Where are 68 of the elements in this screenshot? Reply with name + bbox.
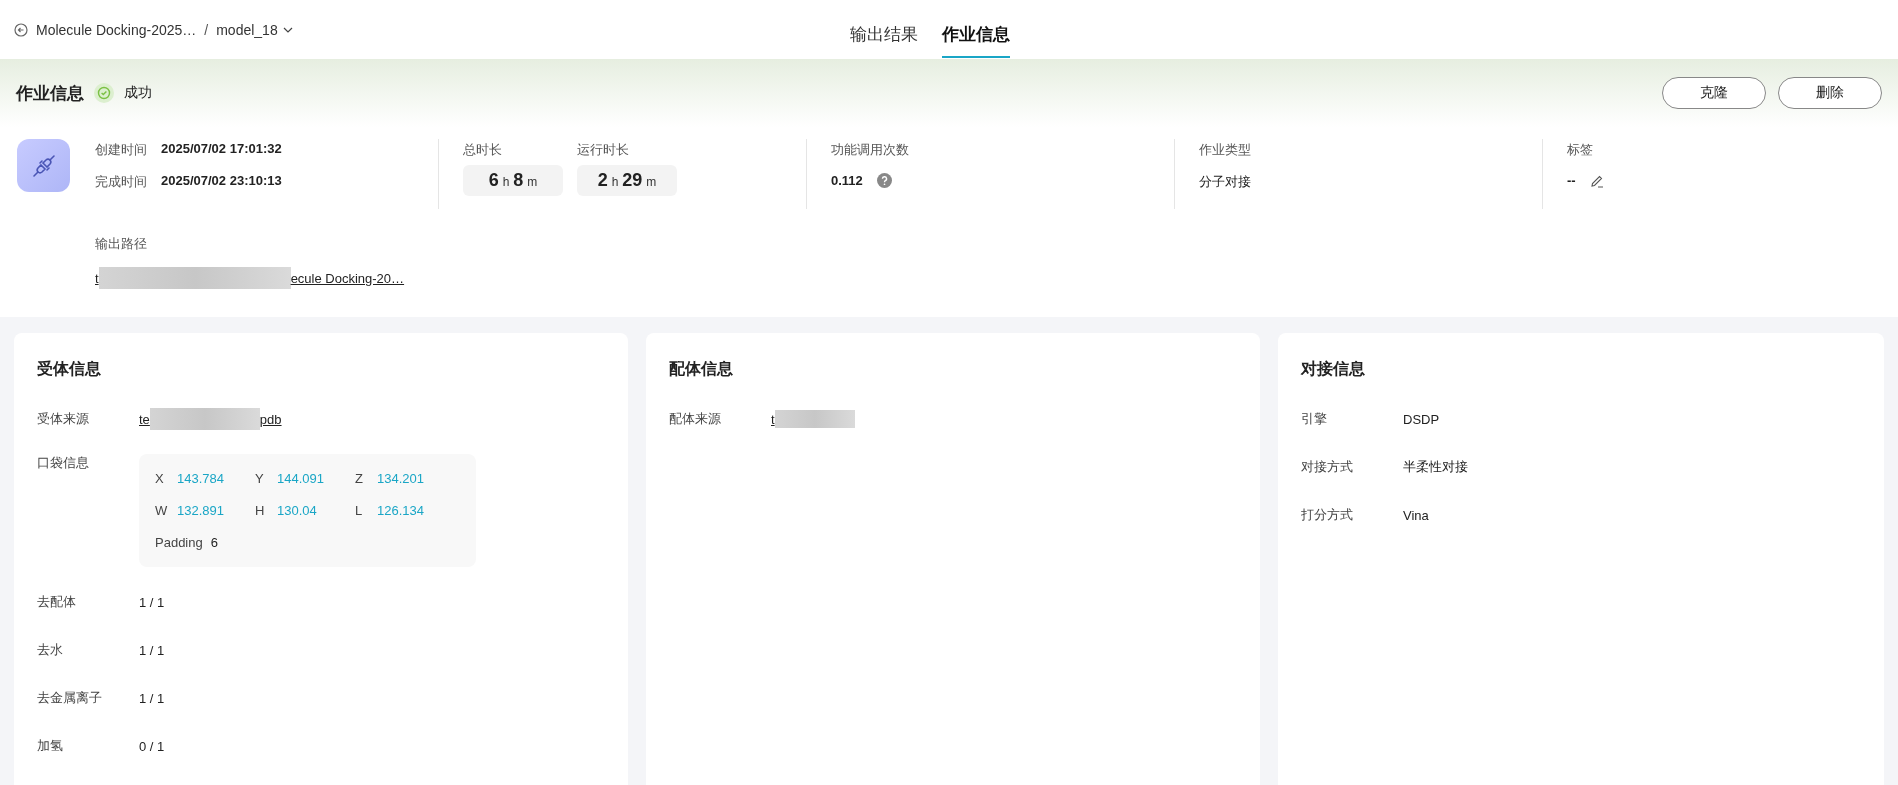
field-label: 运行时长 — [577, 141, 630, 159]
action-button[interactable]: 删除 — [1778, 77, 1882, 109]
field-label: 去金属离子 — [37, 689, 103, 707]
axis-value: 134.201 — [377, 471, 424, 486]
field-value: 1 / 1 — [139, 642, 165, 658]
axis-value: 132.891 — [177, 503, 224, 518]
padding-label: Padding — [155, 535, 203, 550]
breadcrumb-separator: / — [204, 21, 209, 38]
breadcrumb-link[interactable]: Molecule Docking-2025… — [36, 21, 197, 38]
field-label: 引擎 — [1301, 410, 1328, 428]
axis-label: Y — [255, 471, 265, 486]
field-value: 半柔性对接 — [1403, 458, 1468, 476]
duration-value: 6 h 8 m — [463, 165, 563, 196]
field-label: 功能调用次数 — [831, 141, 910, 159]
padding-value: 6 — [210, 535, 218, 550]
axis-label: W — [155, 503, 169, 518]
field-label: 完成时间 — [95, 173, 147, 191]
field-label: 输出路径 — [95, 235, 148, 253]
status-check-icon — [94, 83, 114, 103]
field-label: 标签 — [1567, 141, 1594, 159]
axis-value: 143.784 — [177, 471, 224, 486]
receptor-source-link[interactable]: te — [139, 411, 150, 427]
model-selector[interactable]: model_18 — [216, 21, 293, 38]
output-path-link[interactable]: ecule Docking-20… — [290, 270, 405, 286]
chevron-down-icon — [282, 26, 293, 33]
axis-label: H — [255, 503, 266, 518]
field-label: 打分方式 — [1301, 506, 1354, 524]
receptor-source-link[interactable]: pdb — [259, 411, 282, 427]
field-label: 去水 — [37, 641, 64, 659]
field-value: 1 / 1 — [139, 594, 165, 610]
field-value: 2025/07/02 17:01:32 — [161, 141, 282, 158]
field-label: 受体来源 — [37, 410, 90, 428]
duration-value: 2 h 29 m — [577, 165, 677, 196]
field-value: Vina — [1403, 507, 1429, 523]
field-label: 配体来源 — [669, 410, 722, 428]
axis-label: L — [355, 503, 364, 518]
field-value: 0.112 — [831, 173, 863, 188]
action-button[interactable]: 克隆 — [1662, 77, 1766, 109]
back-icon[interactable] — [14, 22, 28, 37]
tab[interactable]: 输出结果 — [850, 8, 918, 58]
axis-value: 126.134 — [377, 503, 424, 518]
ligand-source-link[interactable]: t — [771, 411, 775, 427]
field-value: 分子对接 — [1199, 173, 1252, 191]
field-label: 去配体 — [37, 593, 77, 611]
axis-label: Z — [355, 471, 364, 486]
field-value: 0 / 1 — [139, 738, 165, 754]
card-title: 对接信息 — [1301, 359, 1366, 379]
job-title: 作业信息 — [16, 82, 84, 105]
output-path-link[interactable]: t — [95, 270, 99, 286]
field-label: 加氢 — [37, 737, 64, 755]
field-value: DSDP — [1403, 411, 1440, 427]
field-value: 2025/07/02 23:10:13 — [161, 173, 282, 190]
field-label: 作业类型 — [1199, 141, 1252, 159]
field-value: 1 / 1 — [139, 690, 165, 706]
field-label: 创建时间 — [95, 141, 147, 159]
field-label: 总时长 — [463, 141, 503, 159]
help-icon[interactable] — [876, 173, 892, 188]
card-title: 配体信息 — [669, 359, 734, 379]
tab[interactable]: 作业信息 — [942, 8, 1010, 58]
axis-value: 130.04 — [277, 503, 317, 518]
status-text: 成功 — [124, 84, 152, 102]
field-label: 口袋信息 — [37, 454, 90, 472]
card-title: 受体信息 — [37, 359, 102, 379]
field-value: -- — [1567, 173, 1576, 188]
axis-value: 144.091 — [277, 471, 324, 486]
pencil-icon[interactable] — [1589, 173, 1604, 188]
field-label: 对接方式 — [1301, 458, 1354, 476]
axis-label: X — [155, 471, 165, 486]
